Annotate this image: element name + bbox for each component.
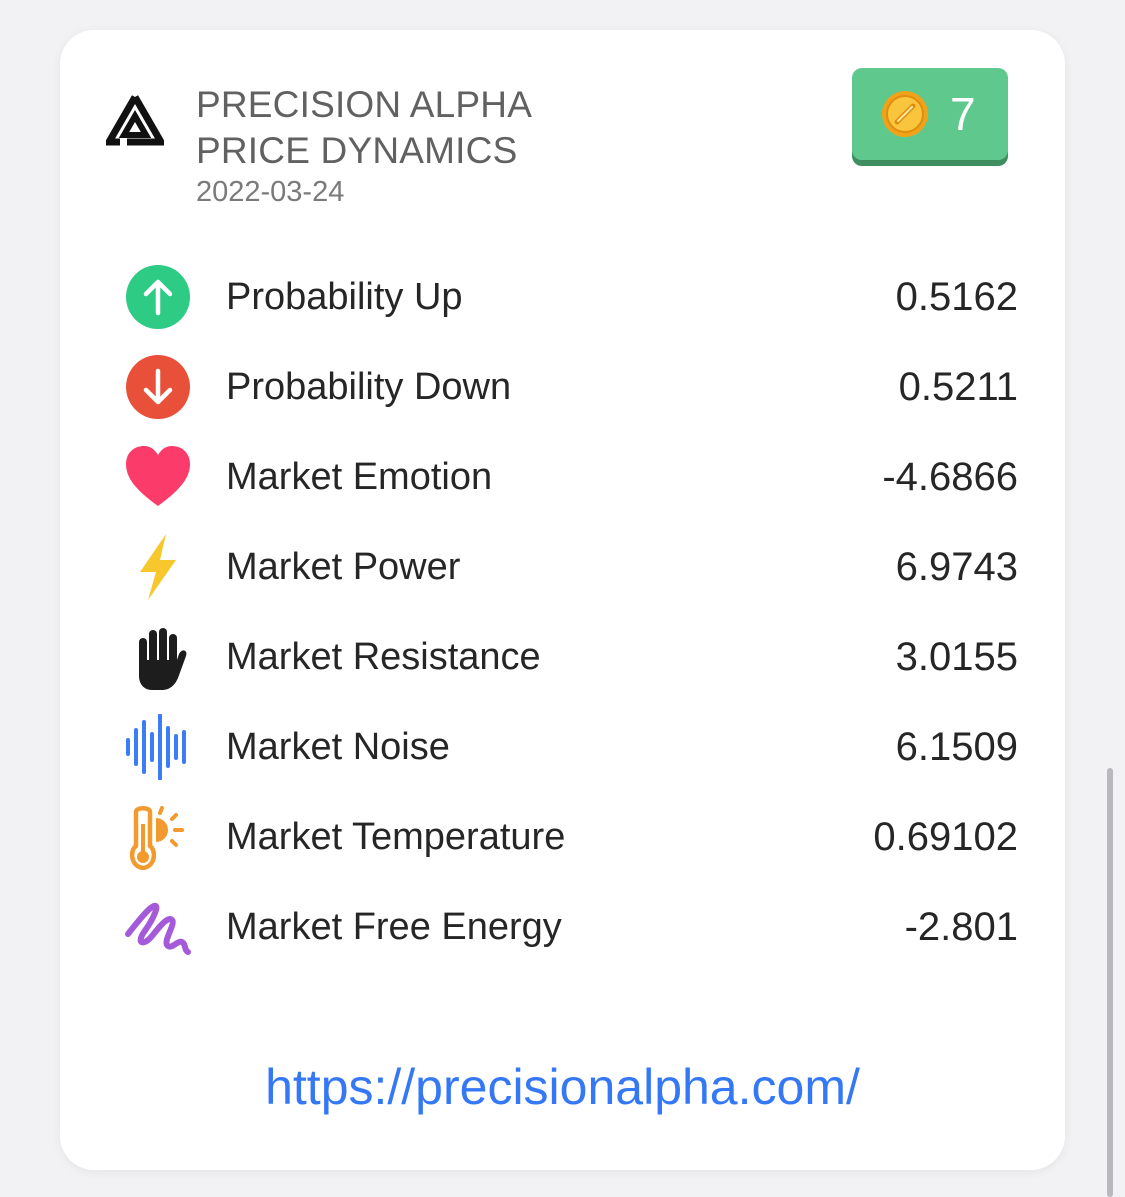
arrow-down-circle-icon xyxy=(126,355,190,419)
metric-value: 3.0155 xyxy=(895,635,1018,679)
metric-label: Probability Up xyxy=(226,276,463,318)
metric-row-market-power: Market Power 6.9743 xyxy=(60,522,1065,612)
title-line-1: PRECISION ALPHA xyxy=(196,84,533,125)
report-date: 2022-03-24 xyxy=(196,176,345,208)
thermometer-sun-icon xyxy=(129,806,184,870)
hand-icon xyxy=(139,628,187,690)
metric-value: 6.9743 xyxy=(895,545,1018,589)
arrow-up-circle-icon xyxy=(126,265,190,329)
metric-value: 6.1509 xyxy=(895,725,1018,769)
metric-row-market-emotion: Market Emotion -4.6866 xyxy=(60,432,1065,522)
scrollbar[interactable] xyxy=(1107,768,1113,1197)
coin-icon xyxy=(882,91,928,137)
coin-count: 7 xyxy=(950,88,976,140)
price-dynamics-card: PRECISION ALPHA PRICE DYNAMICS 2022-03-2… xyxy=(60,30,1065,1170)
metric-row-market-resistance: Market Resistance 3.0155 xyxy=(60,612,1065,702)
heart-icon xyxy=(126,446,190,506)
card-title: PRECISION ALPHA PRICE DYNAMICS xyxy=(196,82,532,174)
metric-row-probability-down: Probability Down 0.5211 xyxy=(60,342,1065,432)
metric-label: Probability Down xyxy=(226,366,512,408)
website-link[interactable]: https://precisionalpha.com/ xyxy=(60,1058,1065,1116)
metric-label: Market Power xyxy=(226,546,461,588)
metric-row-market-free-energy: Market Free Energy -2.801 xyxy=(60,882,1065,972)
metric-value: -2.801 xyxy=(904,905,1018,949)
metrics-list: Probability Up 0.5162 Probability Down 0… xyxy=(60,252,1065,972)
metric-row-market-noise: Market Noise 6.1509 xyxy=(60,702,1065,792)
metric-label: Market Emotion xyxy=(226,456,493,498)
metric-label: Market Noise xyxy=(226,726,450,768)
waveform-icon xyxy=(126,714,186,780)
metric-value: 0.69102 xyxy=(873,815,1018,859)
metric-label: Market Free Energy xyxy=(226,906,562,948)
metric-row-probability-up: Probability Up 0.5162 xyxy=(60,252,1065,342)
lightning-icon xyxy=(140,534,176,600)
precision-alpha-logo-icon xyxy=(106,95,164,146)
metric-label: Market Resistance xyxy=(226,636,541,678)
coin-balance-button[interactable]: 7 xyxy=(852,68,1008,160)
metric-value: -4.6866 xyxy=(882,455,1018,499)
metric-value: 0.5162 xyxy=(895,275,1018,319)
metric-row-market-temperature: Market Temperature 0.69102 xyxy=(60,792,1065,882)
title-line-2: PRICE DYNAMICS xyxy=(196,130,518,171)
scribble-icon xyxy=(125,902,191,955)
metric-label: Market Temperature xyxy=(226,816,566,858)
metric-value: 0.5211 xyxy=(898,365,1018,409)
